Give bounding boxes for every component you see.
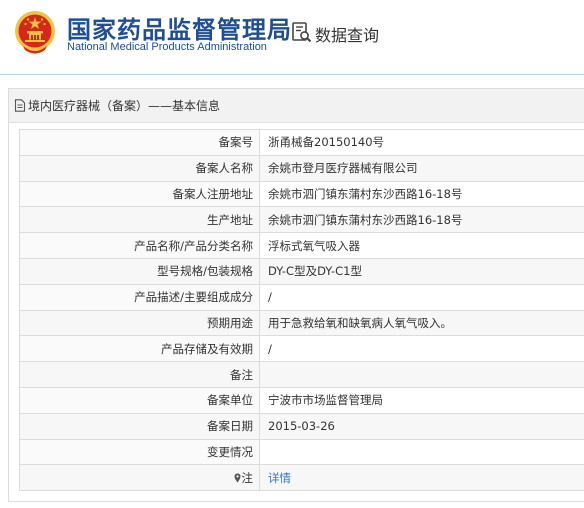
panel-header: 境内医疗器械（备案）——基本信息 — [9, 89, 584, 123]
table-row: 变更情况 — [19, 438, 584, 466]
field-label: 生产地址 — [19, 206, 260, 234]
search-document-icon — [292, 22, 312, 43]
field-label: 预期用途 — [19, 309, 260, 337]
table-row: 产品存储及有效期 / — [19, 335, 584, 363]
field-value: 详情 — [259, 464, 584, 492]
site-header: 国家药品监督管理局 National Medical Products Admi… — [0, 0, 584, 75]
field-value: 余姚市泗门镇东蒲村东沙西路16-18号 — [259, 206, 584, 234]
national-emblem-icon — [15, 11, 55, 54]
field-label: 注 — [241, 470, 254, 485]
field-value: 用于急救给氧和缺氧病人氧气吸入。 — [259, 309, 584, 337]
table-row: 备案号 浙甬械备20150140号 — [19, 129, 584, 156]
field-value: / — [259, 335, 584, 363]
field-label: 变更情况 — [19, 438, 260, 466]
field-label: 型号规格/包装规格 — [19, 257, 260, 285]
table-row: 产品描述/主要组成成分 / — [19, 283, 584, 311]
table-row: 预期用途 用于急救给氧和缺氧病人氧气吸入。 — [19, 309, 584, 337]
detail-link[interactable]: 详情 — [268, 471, 291, 485]
field-label: 产品名称/产品分类名称 — [19, 232, 260, 259]
field-value — [259, 438, 584, 466]
field-value: / — [259, 283, 584, 311]
field-label: 备案单位 — [19, 386, 260, 414]
field-value: DY-C型及DY-C1型 — [259, 257, 584, 285]
field-label: 备注 — [19, 361, 260, 388]
field-label: 产品存储及有效期 — [19, 335, 260, 363]
table-row: 产品名称/产品分类名称 浮标式氧气吸入器 — [19, 232, 584, 259]
field-label: 产品描述/主要组成成分 — [19, 283, 260, 311]
document-icon — [14, 99, 26, 112]
field-value — [259, 361, 584, 388]
table-row: 备注 — [19, 361, 584, 388]
table-row: 备案人注册地址 余姚市泗门镇东蒲村东沙西路16-18号 — [19, 180, 584, 208]
location-pin-icon — [234, 473, 240, 483]
table-row: 备案日期 2015-03-26 — [19, 412, 584, 440]
info-table: 备案号 浙甬械备20150140号 备案人名称 余姚市登月医疗器械有限公司 备案… — [19, 129, 584, 492]
field-label: 备案日期 — [19, 412, 260, 440]
field-value: 浮标式氧气吸入器 — [259, 232, 584, 259]
panel-title: 境内医疗器械（备案）——基本信息 — [28, 99, 221, 113]
field-label: 备案人注册地址 — [19, 180, 260, 208]
note-label-cell: 注 — [19, 464, 260, 492]
field-value: 2015-03-26 — [259, 412, 584, 440]
field-label: 备案人名称 — [19, 154, 260, 182]
field-value: 余姚市泗门镇东蒲村东沙西路16-18号 — [259, 180, 584, 208]
field-value: 宁波市市场监督管理局 — [259, 386, 584, 414]
field-value: 浙甬械备20150140号 — [259, 129, 584, 156]
table-row: 注 详情 — [19, 464, 584, 492]
table-row: 型号规格/包装规格 DY-C型及DY-C1型 — [19, 257, 584, 285]
site-subtitle: National Medical Products Administration — [67, 41, 267, 53]
site-title: 国家药品监督管理局 — [67, 16, 292, 44]
table-row: 备案单位 宁波市市场监督管理局 — [19, 386, 584, 414]
table-row: 生产地址 余姚市泗门镇东蒲村东沙西路16-18号 — [19, 206, 584, 234]
basic-info-panel: 境内医疗器械（备案）——基本信息 备案号 浙甬械备20150140号 备案人名称… — [8, 88, 584, 502]
field-label: 备案号 — [19, 129, 260, 156]
page-title: 数据查询 — [315, 26, 380, 45]
field-value: 余姚市登月医疗器械有限公司 — [259, 154, 584, 182]
table-row: 备案人名称 余姚市登月医疗器械有限公司 — [19, 154, 584, 182]
